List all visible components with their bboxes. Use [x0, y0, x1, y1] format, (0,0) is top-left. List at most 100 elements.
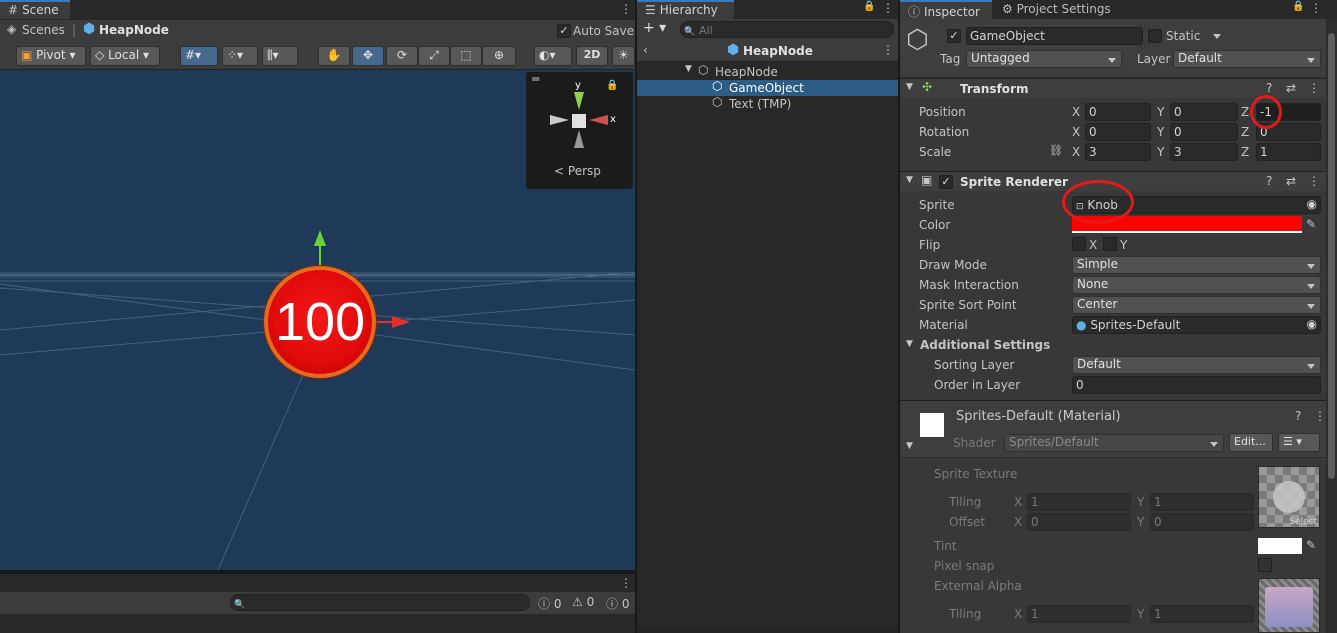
shading-mode-dropdown[interactable]: ◐▾	[534, 46, 572, 66]
2d-toggle-button[interactable]: 2D	[576, 46, 608, 66]
edit-shader-button[interactable]: Edit...	[1229, 433, 1273, 452]
auto-save-checkbox[interactable]: ✓	[557, 24, 571, 38]
scale-tool-button[interactable]: ⤢	[418, 46, 450, 66]
hierarchy-search-input[interactable]: 🔍 All	[680, 21, 894, 38]
additional-settings-arrow-icon[interactable]: ▼	[906, 339, 913, 349]
inspector-panel: ⓘ Inspector ⚙ Project Settings 🔒 ⋮ ⬡ ✓ Ga…	[900, 0, 1337, 633]
tab-scene[interactable]: # Scene	[0, 0, 70, 19]
eyedropper-icon[interactable]: ✎	[1306, 538, 1316, 552]
help-icon[interactable]: ?	[1295, 409, 1301, 423]
sprite-renderer-enabled-checkbox[interactable]: ✓	[939, 175, 953, 189]
flip-x-checkbox[interactable]	[1072, 237, 1086, 251]
transform-tool-button[interactable]: ⊕	[482, 46, 516, 66]
mask-interaction-dropdown[interactable]: None	[1072, 276, 1321, 294]
breadcrumb-root[interactable]: Scenes	[22, 23, 65, 37]
rect-tool-button[interactable]: ⬚	[450, 46, 482, 66]
static-checkbox[interactable]	[1148, 29, 1162, 43]
rotation-x-field[interactable]: 0	[1085, 123, 1151, 141]
component-more-icon[interactable]: ⋮	[1308, 174, 1320, 188]
tint-color-swatch[interactable]	[1258, 538, 1302, 554]
inspector-lock-icon[interactable]: 🔒	[1292, 1, 1304, 12]
sorting-layer-dropdown[interactable]: Default	[1072, 356, 1321, 374]
local-dropdown[interactable]: ◇ Local ▾	[90, 46, 160, 66]
active-checkbox[interactable]: ✓	[947, 29, 961, 43]
tree-item-heapnode[interactable]: ▼ ⬡ HeapNode	[637, 63, 898, 80]
create-dropdown[interactable]: + ▾	[643, 20, 666, 36]
rotation-y-field[interactable]: 0	[1170, 123, 1238, 141]
expand-arrow-icon[interactable]: ▼	[685, 64, 692, 74]
move-tool-button[interactable]: ✥	[352, 46, 384, 66]
select-texture-button[interactable]: Select	[1289, 517, 1317, 527]
foldout-arrow-icon[interactable]: ▼	[906, 175, 913, 185]
breadcrumb-current[interactable]: HeapNode	[99, 23, 169, 37]
scrollbar-thumb[interactable]	[1328, 33, 1335, 479]
static-dropdown[interactable]	[1206, 27, 1226, 45]
scale-x-field[interactable]: 3	[1085, 143, 1151, 161]
tab-project-settings[interactable]: ⚙ Project Settings	[994, 0, 1144, 19]
layer-dropdown[interactable]: Default	[1173, 50, 1321, 68]
tiling-x-field[interactable]: 1	[1027, 493, 1131, 511]
tag-dropdown[interactable]: Untagged	[966, 50, 1122, 68]
component-more-icon[interactable]: ⋮	[1314, 409, 1326, 423]
object-picker-icon[interactable]: ◉	[1307, 317, 1317, 331]
console-search-input[interactable]: 🔍	[230, 594, 530, 611]
hierarchy-more-icon[interactable]: ⋮	[882, 1, 894, 15]
more-icon[interactable]: ⋮	[620, 2, 632, 16]
rotate-tool-button[interactable]: ⟳	[386, 46, 418, 66]
component-more-icon[interactable]: ⋮	[1308, 81, 1320, 95]
order-in-layer-field[interactable]: 0	[1072, 376, 1321, 394]
pivot-dropdown[interactable]: ▣ Pivot ▾	[16, 46, 86, 66]
lighting-toggle-button[interactable]: ☀	[612, 46, 635, 66]
additional-settings-foldout[interactable]: Additional Settings	[920, 338, 1050, 352]
draw-mode-dropdown[interactable]: Simple	[1072, 256, 1321, 274]
foldout-arrow-icon[interactable]: ▼	[906, 441, 913, 451]
shader-options-dropdown[interactable]: ☰ ▾	[1278, 433, 1320, 452]
foldout-arrow-icon[interactable]: ▼	[906, 82, 913, 92]
shader-dropdown[interactable]: Sprites/Default	[1004, 434, 1224, 452]
heap-node-sprite[interactable]: 100	[264, 266, 376, 378]
scale-z-field[interactable]: 1	[1256, 143, 1321, 161]
grid-snap-button[interactable]: #▾	[180, 46, 218, 66]
grid-visibility-button[interactable]: ⁘▾	[222, 46, 258, 66]
tiling2-x-field[interactable]: 1	[1027, 605, 1131, 623]
tree-item-text-tmp[interactable]: ⬡ Text (TMP)	[637, 95, 898, 112]
scale-y-field[interactable]: 3	[1170, 143, 1238, 161]
help-icon[interactable]: ?	[1266, 174, 1272, 188]
tiling-y-field[interactable]: 1	[1150, 493, 1254, 511]
pixel-snap-checkbox[interactable]	[1258, 558, 1272, 572]
material-object-field[interactable]: ● Sprites-Default ◉	[1072, 316, 1321, 334]
back-icon[interactable]: ‹	[643, 43, 648, 57]
tree-item-gameobject[interactable]: ⬡ GameObject	[637, 79, 898, 96]
position-y-field[interactable]: 0	[1170, 103, 1238, 121]
tiling2-y-field[interactable]: 1	[1150, 605, 1254, 623]
rotate-icon: ⟳	[396, 48, 408, 62]
console-more-icon[interactable]: ⋮	[620, 576, 632, 590]
external-alpha-thumbnail[interactable]	[1258, 578, 1320, 633]
scene-more-icon[interactable]: ⋮	[882, 43, 894, 57]
increment-snap-button[interactable]: ⫼▾	[262, 46, 298, 66]
help-icon[interactable]: ?	[1266, 81, 1272, 95]
sprite-texture-thumbnail[interactable]: Select	[1258, 466, 1320, 528]
sprite-sort-point-dropdown[interactable]: Center	[1072, 296, 1321, 314]
scene-viewport[interactable]: ═ 🔒 y x < Persp 100	[0, 70, 635, 570]
scene-breadcrumb-bar: ◈ Scenes | ⬢ HeapNode ✓ Auto Save	[0, 20, 635, 42]
tab-hierarchy[interactable]: ☰ Hierarchy	[637, 0, 734, 19]
error-count-toggle[interactable]: ⓘ 0	[538, 595, 561, 612]
object-name-field[interactable]: GameObject	[966, 27, 1143, 45]
preset-icon[interactable]: ⇄	[1286, 174, 1296, 188]
inspector-more-icon[interactable]: ⋮	[1310, 1, 1322, 15]
tab-inspector[interactable]: ⓘ Inspector	[900, 0, 992, 19]
position-x-field[interactable]: 0	[1085, 103, 1151, 121]
warning-count-toggle[interactable]: ⚠ 0	[572, 595, 594, 609]
hand-tool-button[interactable]: ✋	[318, 46, 350, 66]
object-picker-icon[interactable]: ◉	[1307, 197, 1317, 211]
info-count-toggle[interactable]: ⓘ 0	[606, 595, 629, 612]
constrain-proportions-icon[interactable]: ⛓	[1049, 144, 1063, 157]
preset-icon[interactable]: ⇄	[1286, 81, 1296, 95]
offset-y-field[interactable]: 0	[1150, 513, 1254, 531]
flip-y-checkbox[interactable]	[1103, 237, 1117, 251]
hierarchy-lock-icon[interactable]: 🔒	[863, 1, 875, 12]
inspector-scrollbar[interactable]	[1326, 19, 1337, 633]
eyedropper-icon[interactable]: ✎	[1306, 217, 1316, 231]
offset-x-field[interactable]: 0	[1027, 513, 1131, 531]
